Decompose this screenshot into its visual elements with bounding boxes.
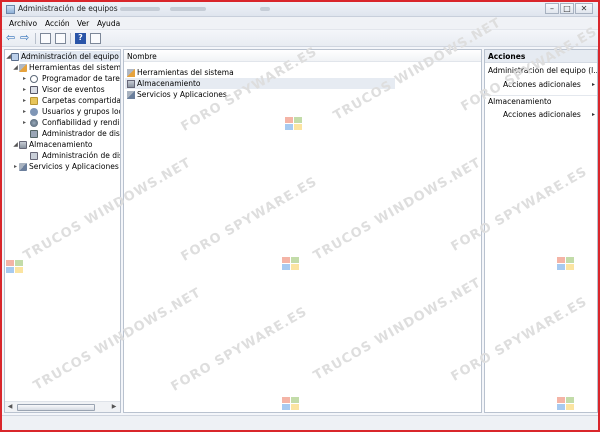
tools-icon bbox=[19, 64, 27, 72]
toolbar: ⇦ ⇨ ? bbox=[2, 30, 598, 47]
performance-icon bbox=[30, 119, 38, 127]
list-item-label: Almacenamiento bbox=[137, 79, 201, 88]
tree-label: Programador de tareas bbox=[42, 74, 121, 83]
blurred-title-area bbox=[170, 7, 206, 11]
storage-icon bbox=[127, 80, 135, 88]
shared-folder-icon bbox=[30, 97, 38, 105]
close-button[interactable]: ✕ bbox=[575, 3, 593, 14]
expand-toggle-icon[interactable]: ▸ bbox=[21, 117, 28, 128]
computer-management-window: Administración de equipos – □ ✕ Archivo … bbox=[0, 0, 600, 432]
event-viewer-icon bbox=[30, 86, 38, 94]
tree-label: Servicios y Aplicaciones bbox=[29, 162, 119, 171]
tree-item-reliability[interactable]: ▸ Confiabilidad y rendimi bbox=[5, 117, 121, 128]
list-item-label: Herramientas del sistema bbox=[137, 68, 234, 77]
title-bar[interactable]: Administración de equipos – □ ✕ bbox=[2, 2, 598, 17]
tree-label: Administración de discos bbox=[42, 151, 120, 160]
help-icon[interactable]: ? bbox=[75, 33, 86, 44]
list-item-label: Servicios y Aplicaciones bbox=[137, 90, 227, 99]
show-hide-action-pane-icon[interactable] bbox=[90, 33, 101, 44]
menu-ver[interactable]: Ver bbox=[77, 19, 89, 28]
chevron-right-icon: ▸ bbox=[591, 81, 595, 88]
scrollbar-thumb[interactable] bbox=[17, 404, 95, 411]
collapse-toggle-icon[interactable]: ◢ bbox=[12, 139, 19, 150]
tree-item-services[interactable]: ▸ Servicios y Aplicaciones bbox=[5, 161, 120, 172]
computer-management-icon bbox=[6, 5, 15, 14]
console-tree-pane[interactable]: ◢ Administración del equipo (loc ◢ Herra… bbox=[4, 49, 121, 413]
tools-icon bbox=[127, 69, 135, 77]
users-icon bbox=[30, 108, 38, 116]
more-actions-button[interactable]: Acciones adicionales ▸ bbox=[503, 109, 595, 121]
tree-label: Confiabilidad y rendimi bbox=[42, 118, 121, 127]
menu-bar: Archivo Acción Ver Ayuda bbox=[2, 17, 598, 30]
blurred-title-area bbox=[120, 7, 160, 11]
expand-toggle-icon[interactable]: ▸ bbox=[21, 95, 28, 106]
list-item-services[interactable]: Servicios y Aplicaciones bbox=[125, 89, 395, 100]
tree-item-shared-folders[interactable]: ▸ Carpetas compartidas bbox=[5, 95, 121, 106]
services-icon bbox=[127, 91, 135, 99]
tree-label: Administración del equipo (loc bbox=[20, 51, 120, 62]
back-arrow-icon[interactable]: ⇦ bbox=[6, 32, 17, 44]
actions-section-storage[interactable]: Almacenamiento bbox=[485, 95, 597, 107]
expand-toggle-icon[interactable]: ▸ bbox=[12, 161, 19, 172]
tree-item-device-manager[interactable]: Administrador de dispo bbox=[5, 128, 121, 139]
expand-toggle-icon[interactable]: ▸ bbox=[21, 84, 28, 95]
menu-ayuda[interactable]: Ayuda bbox=[97, 19, 120, 28]
storage-icon bbox=[19, 141, 27, 149]
window-title: Administración de equipos bbox=[18, 4, 118, 13]
action-label: Acciones adicionales bbox=[503, 80, 581, 89]
scroll-left-arrow-icon[interactable]: ◀ bbox=[5, 402, 15, 412]
menu-accion[interactable]: Acción bbox=[45, 19, 70, 28]
scroll-right-arrow-icon[interactable]: ▶ bbox=[109, 402, 119, 412]
tree-item-root[interactable]: ◢ Administración del equipo (loc bbox=[5, 51, 120, 62]
toolbar-separator bbox=[70, 33, 71, 44]
tree-label: Herramientas del sistema bbox=[29, 63, 121, 72]
more-actions-button[interactable]: Acciones adicionales ▸ bbox=[503, 79, 595, 91]
disk-icon bbox=[30, 152, 38, 160]
tree-item-storage[interactable]: ◢ Almacenamiento bbox=[5, 139, 120, 150]
actions-header: Acciones bbox=[485, 50, 597, 63]
tree-item-event-viewer[interactable]: ▸ Visor de eventos bbox=[5, 84, 120, 95]
properties-icon[interactable] bbox=[55, 33, 66, 44]
list-item-storage[interactable]: Almacenamiento bbox=[125, 78, 395, 89]
tree-label: Visor de eventos bbox=[42, 85, 105, 94]
services-icon bbox=[19, 163, 27, 171]
column-header-label: Nombre bbox=[127, 52, 157, 61]
status-bar bbox=[2, 415, 598, 430]
blurred-title-area bbox=[260, 7, 270, 11]
toolbar-separator bbox=[35, 33, 36, 44]
column-header-nombre[interactable]: Nombre bbox=[124, 50, 481, 62]
tree-item-task-scheduler[interactable]: ▸ Programador de tareas bbox=[5, 73, 121, 84]
show-hide-tree-icon[interactable] bbox=[40, 33, 51, 44]
clock-icon bbox=[30, 75, 38, 83]
device-manager-icon bbox=[30, 130, 38, 138]
computer-icon bbox=[11, 53, 19, 61]
actions-section-computer-management[interactable]: Administración del equipo (l... bbox=[485, 65, 597, 77]
minimize-button[interactable]: – bbox=[545, 3, 559, 14]
tree-item-disk-management[interactable]: Administración de discos bbox=[5, 150, 120, 161]
maximize-button[interactable]: □ bbox=[560, 3, 574, 14]
tree-label: Almacenamiento bbox=[29, 140, 93, 149]
menu-archivo[interactable]: Archivo bbox=[9, 19, 37, 28]
action-label: Acciones adicionales bbox=[503, 110, 581, 119]
horizontal-scrollbar[interactable]: ◀ ▶ bbox=[5, 401, 120, 412]
collapse-toggle-icon[interactable]: ◢ bbox=[12, 62, 19, 73]
list-item-system-tools[interactable]: Herramientas del sistema bbox=[125, 67, 395, 78]
results-pane[interactable]: Nombre Herramientas del sistema Almacena… bbox=[123, 49, 482, 413]
actions-pane: Acciones Administración del equipo (l...… bbox=[484, 49, 598, 413]
tree-label: Usuarios y grupos locale bbox=[42, 107, 120, 116]
tree-label: Administrador de dispo bbox=[42, 129, 121, 138]
expand-toggle-icon[interactable]: ▸ bbox=[21, 73, 28, 84]
chevron-right-icon: ▸ bbox=[591, 111, 595, 118]
expand-toggle-icon[interactable]: ▸ bbox=[21, 106, 28, 117]
tree-label: Carpetas compartidas bbox=[42, 96, 121, 105]
forward-arrow-icon[interactable]: ⇨ bbox=[20, 32, 31, 44]
tree-item-local-users[interactable]: ▸ Usuarios y grupos locale bbox=[5, 106, 120, 117]
tree-item-system-tools[interactable]: ◢ Herramientas del sistema bbox=[5, 62, 121, 73]
